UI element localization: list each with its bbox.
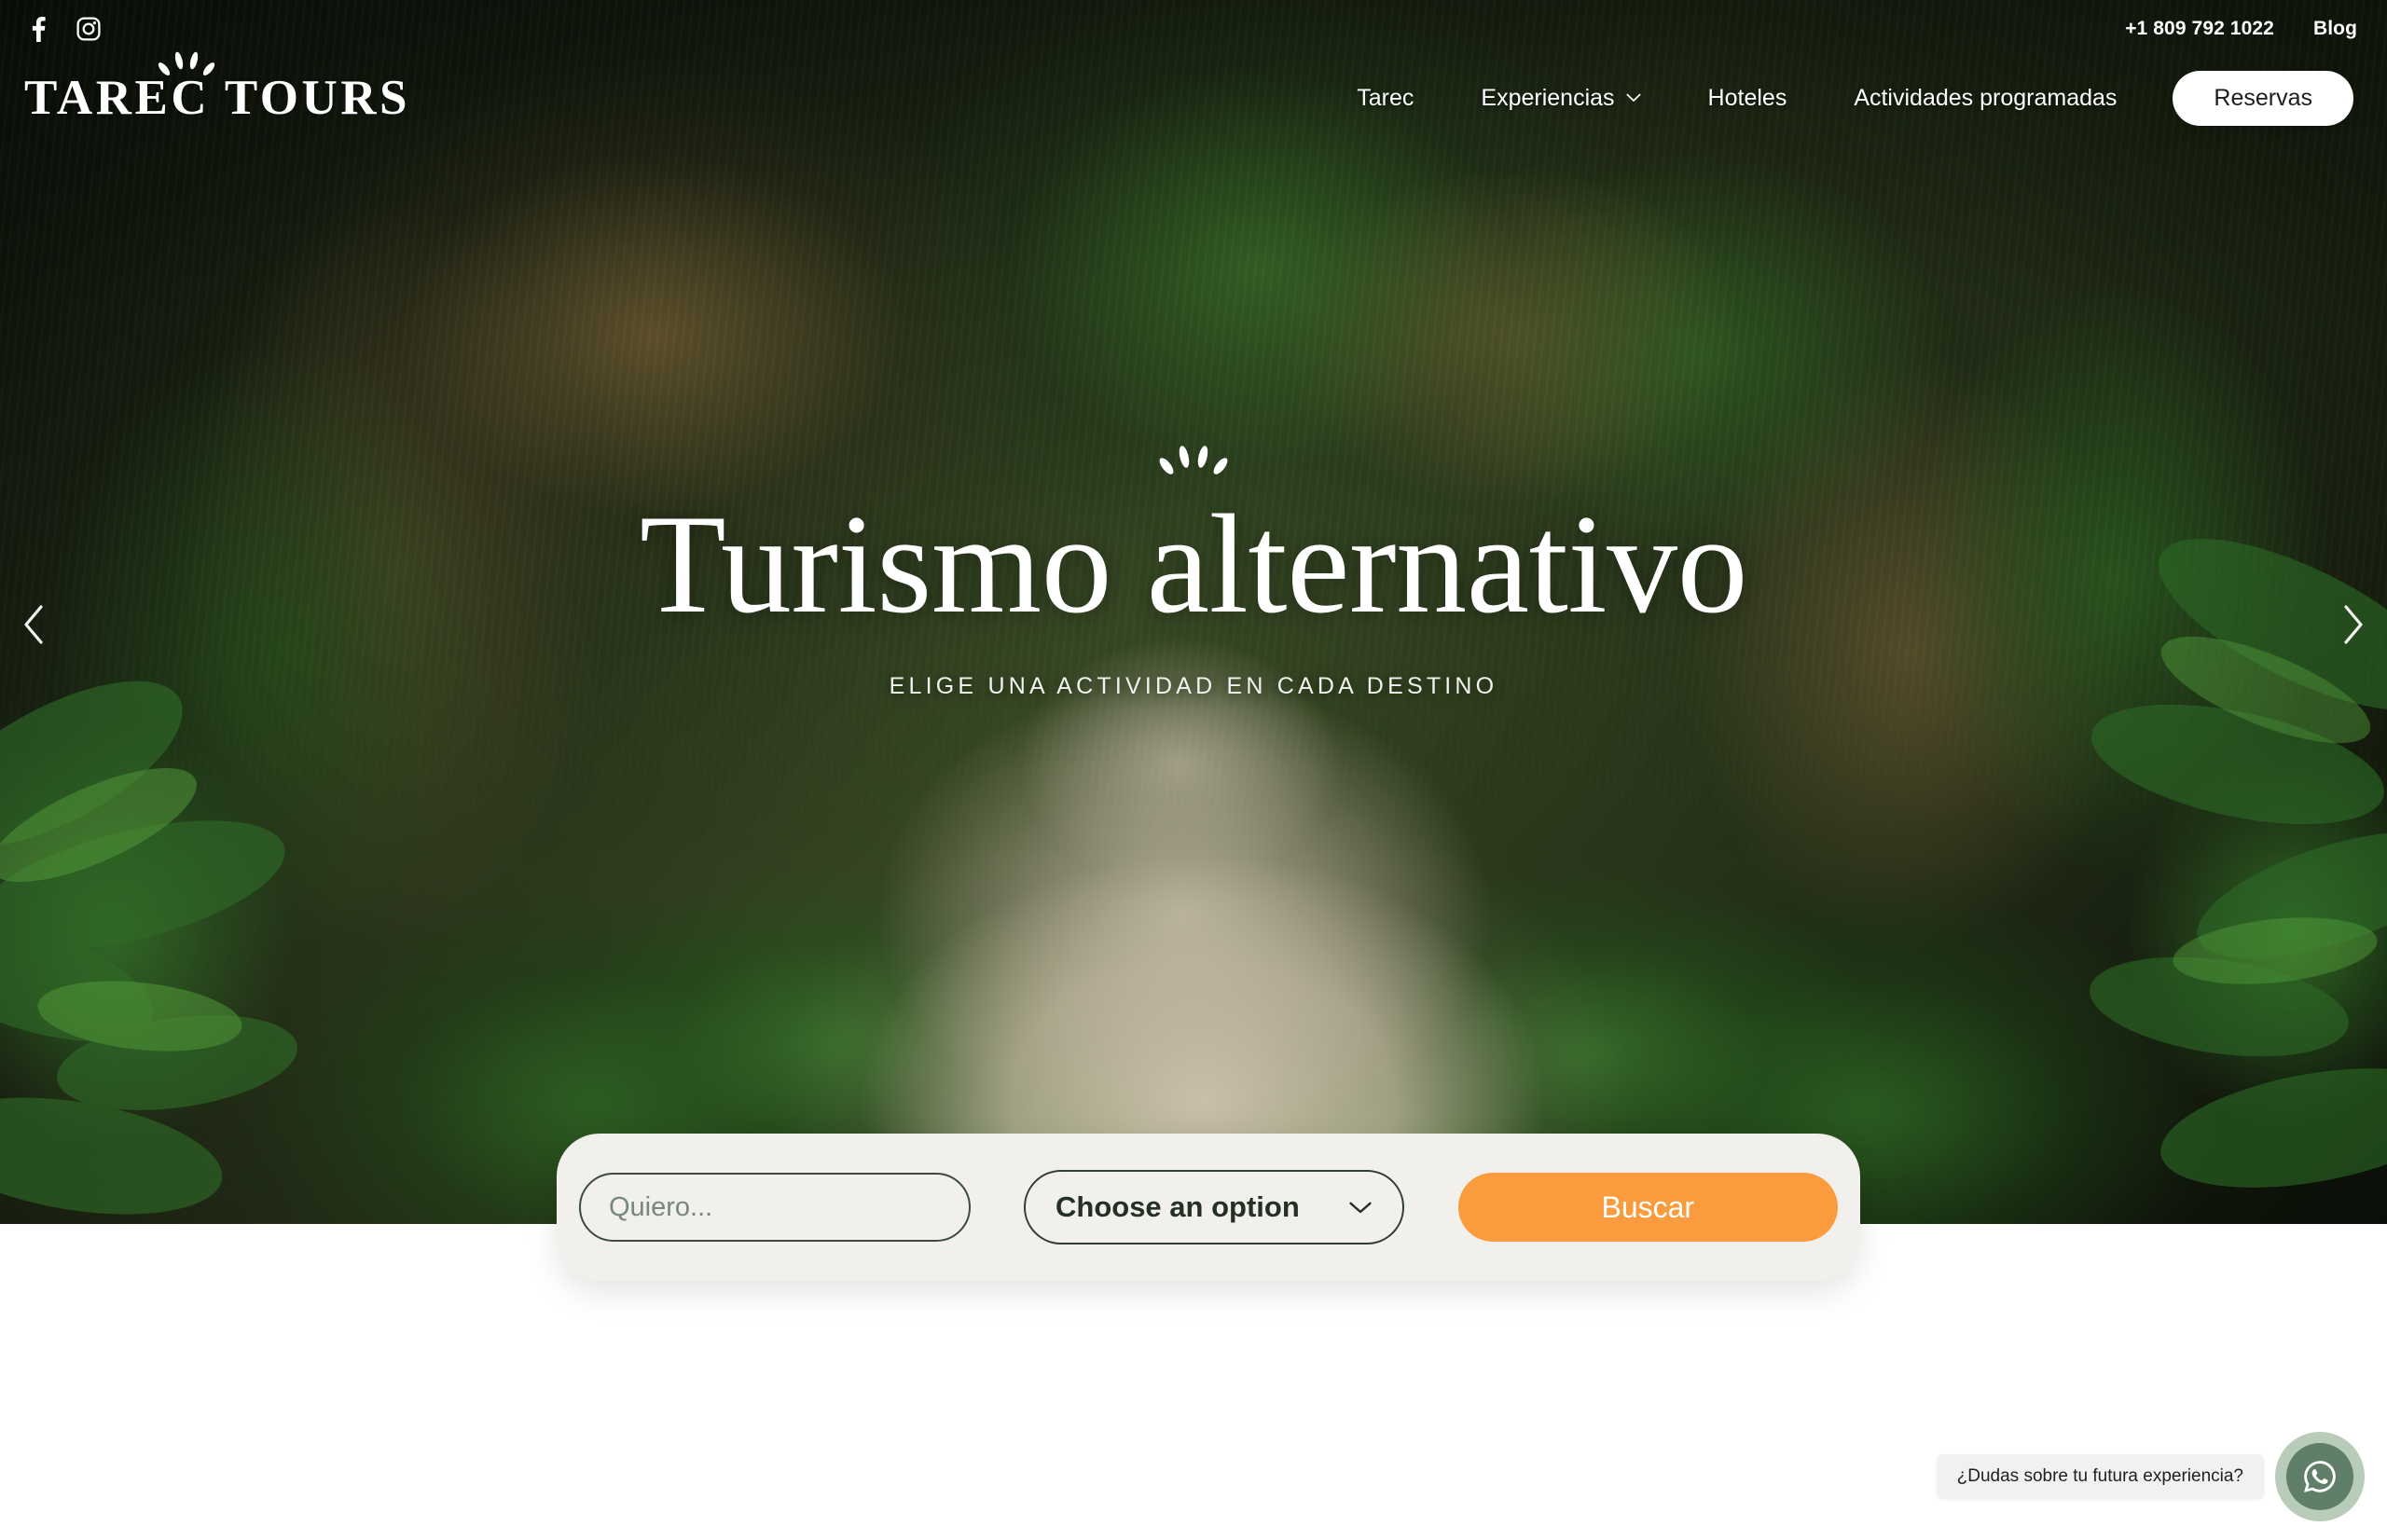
topbar-right-group: +1 809 792 1022 Blog	[2125, 18, 2357, 40]
hero-banner: Turismo alternativo ELIGE UNA ACTIVIDAD …	[0, 0, 2387, 1224]
site-header: TAREC TOURS Tarec Experiencias Hoteles A…	[0, 51, 2387, 138]
nav-label: Hoteles	[1707, 84, 1787, 111]
chevron-down-icon	[1626, 93, 1641, 102]
hero-content: Turismo alternativo ELIGE UNA ACTIVIDAD …	[0, 438, 2387, 700]
top-utility-bar: +1 809 792 1022 Blog	[0, 0, 2387, 58]
nav-item-actividades-programadas[interactable]: Actividades programadas	[1820, 85, 2150, 112]
whatsapp-button-inner	[2286, 1443, 2353, 1510]
facebook-icon	[32, 16, 46, 42]
nav-item-hoteles[interactable]: Hoteles	[1675, 85, 1821, 112]
search-panel: Choose an option Buscar	[557, 1134, 1860, 1281]
chevron-right-icon	[2344, 605, 2363, 644]
hero-title: Turismo alternativo	[639, 486, 1748, 642]
category-select[interactable]: Choose an option	[1024, 1170, 1404, 1244]
main-navigation: Tarec Experiencias Hoteles Actividades p…	[1323, 70, 2353, 126]
instagram-link[interactable]	[76, 17, 101, 41]
phone-number[interactable]: +1 809 792 1022	[2125, 18, 2274, 40]
site-logo[interactable]: TAREC TOURS	[21, 51, 411, 125]
whatsapp-tooltip: ¿Dudas sobre tu futura experiencia?	[1936, 1454, 2264, 1499]
sunburst-icon	[1159, 446, 1228, 474]
whatsapp-icon	[2304, 1461, 2336, 1492]
carousel-next-button[interactable]	[2325, 597, 2381, 653]
logo-sunburst-icon	[158, 51, 215, 76]
category-select-value: Choose an option	[1056, 1190, 1300, 1223]
nav-item-experiencias[interactable]: Experiencias	[1447, 85, 1674, 112]
carousel-prev-button[interactable]	[6, 597, 62, 653]
hero-subtitle: ELIGE UNA ACTIVIDAD EN CADA DESTINO	[889, 673, 1498, 700]
search-submit-button[interactable]: Buscar	[1457, 1173, 1838, 1242]
whatsapp-widget: ¿Dudas sobre tu futura experiencia?	[1936, 1432, 2365, 1521]
nav-label: Actividades programadas	[1854, 84, 2118, 111]
blog-link[interactable]: Blog	[2313, 18, 2357, 40]
nav-label: Tarec	[1357, 84, 1414, 111]
reservas-button[interactable]: Reservas	[2173, 70, 2353, 126]
chevron-down-icon	[1348, 1202, 1372, 1213]
instagram-icon	[76, 17, 101, 41]
nav-label: Experiencias	[1481, 84, 1615, 111]
page-root: Turismo alternativo ELIGE UNA ACTIVIDAD …	[0, 0, 2387, 1540]
chevron-left-icon	[24, 605, 43, 644]
whatsapp-button[interactable]	[2275, 1432, 2365, 1521]
nav-item-tarec[interactable]: Tarec	[1323, 85, 1447, 112]
search-input[interactable]	[579, 1173, 971, 1242]
facebook-link[interactable]	[26, 16, 50, 42]
logo-text: TAREC TOURS	[24, 70, 411, 125]
social-links	[17, 16, 101, 42]
